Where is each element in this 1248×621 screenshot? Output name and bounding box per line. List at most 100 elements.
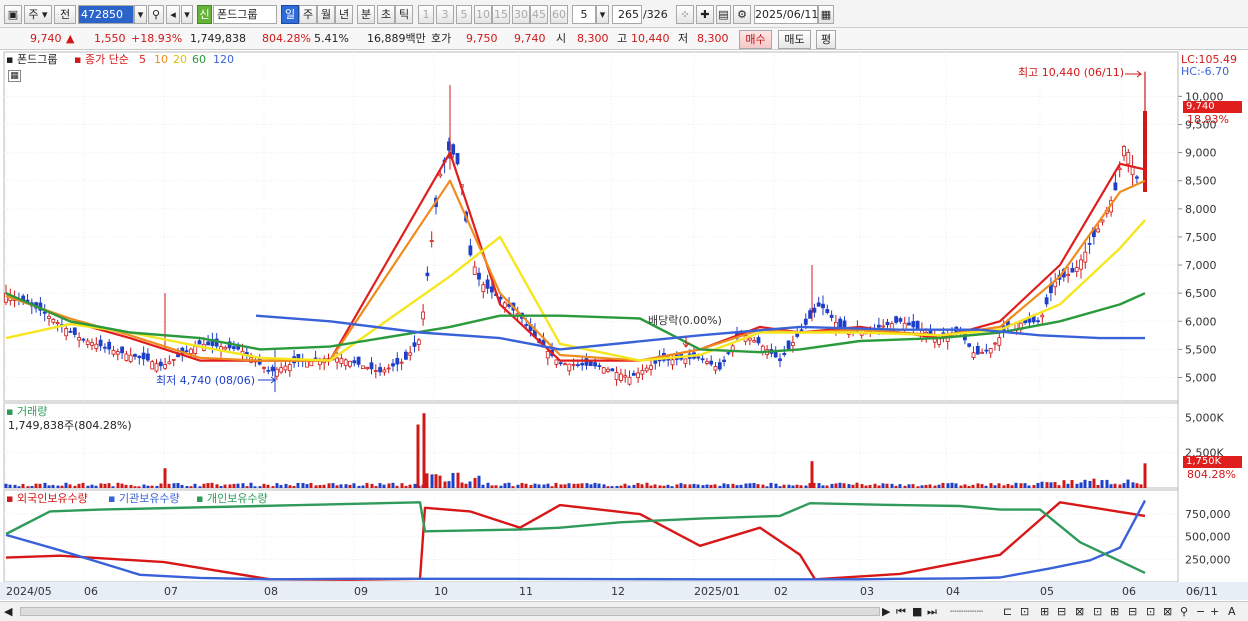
tick-tab-15[interactable]: 15: [492, 5, 510, 24]
candle-body: [597, 365, 602, 367]
save-icon[interactable]: ▤: [716, 5, 731, 24]
period-tab-6[interactable]: 틱: [395, 5, 413, 24]
volume-bar: [245, 486, 249, 488]
volume-bar: [124, 484, 128, 488]
period-tab-5[interactable]: 초: [377, 5, 395, 24]
market-dropdown[interactable]: 주 ▾: [24, 5, 52, 24]
period-tab-3[interactable]: 년: [335, 5, 353, 24]
eval-button[interactable]: 평: [816, 30, 836, 49]
volume-bar: [627, 485, 631, 488]
zoom-in-icon[interactable]: +: [1210, 605, 1219, 618]
volume-bar: [253, 486, 257, 488]
date-input[interactable]: 2025/06/11: [754, 5, 818, 24]
stock-code-input[interactable]: 472850: [78, 5, 134, 24]
x-axis-label: 07: [164, 585, 178, 598]
scroll-left-icon[interactable]: ◀: [4, 605, 12, 618]
candle-body: [197, 340, 202, 345]
font-size-icon[interactable]: A: [1228, 605, 1236, 618]
volume-bar: [215, 484, 219, 488]
gear-icon[interactable]: ⚙: [733, 5, 751, 24]
speaker-icon[interactable]: ◂: [166, 5, 180, 24]
chart-area[interactable]: 2024/05 06 07 08 09 10 11 12 2025/01 02 03 04 05 06 06…: [0, 50, 1248, 621]
toolbar-icon-9[interactable]: ⊡: [1146, 605, 1155, 618]
volume-bar: [696, 484, 700, 488]
volume-bar: [709, 484, 713, 488]
tick-tab-1[interactable]: 1: [418, 5, 434, 24]
code-dropdown-icon[interactable]: ▾: [134, 5, 147, 24]
toolbar-icon-4[interactable]: ⊟: [1057, 605, 1066, 618]
stop-icon[interactable]: ■: [912, 605, 922, 618]
tick-tab-60[interactable]: 60: [550, 5, 568, 24]
tick-tab-10[interactable]: 10: [474, 5, 492, 24]
range-slider-icon[interactable]: ┄┄┄┄┄: [950, 605, 983, 618]
scroll-bar[interactable]: ◀ ▶ ⏮ ■ ⏭ ┄┄┄┄┄ ⊏ ⊡ ⊞ ⊟ ⊠ ⊡ ⊞ ⊟ ⊡ ⊠ ⚲ − …: [0, 601, 1248, 621]
candle-body: [1040, 314, 1045, 318]
volume-bar: [13, 484, 17, 488]
candle-body: [1100, 219, 1105, 223]
prev-button[interactable]: 전: [54, 5, 76, 24]
count-input[interactable]: 265: [612, 5, 642, 24]
window-icon[interactable]: ▣: [4, 5, 22, 24]
volume-bar: [778, 486, 782, 488]
period-tab-4[interactable]: 분: [357, 5, 375, 24]
volume-bar: [632, 484, 636, 488]
period-tab-0[interactable]: 일: [281, 5, 299, 24]
grid-icon[interactable]: ⁘: [676, 5, 694, 24]
zoom-out-icon[interactable]: −: [1196, 605, 1205, 618]
tick-tab-3[interactable]: 3: [436, 5, 454, 24]
toolbar-icon-10[interactable]: ⊠: [1163, 605, 1172, 618]
unit-dropdown-icon[interactable]: ▾: [596, 5, 609, 24]
volume-bar: [898, 484, 902, 488]
tick-tab-45[interactable]: 45: [530, 5, 548, 24]
calendar-icon[interactable]: ▦: [818, 5, 834, 24]
open-label: 시: [556, 32, 567, 45]
volume-bar: [769, 482, 773, 488]
volume-bar: [198, 486, 202, 488]
candle-body: [111, 349, 116, 355]
candle-body: [619, 373, 623, 381]
volume-bar: [275, 483, 279, 488]
toolbar-icon-8[interactable]: ⊟: [1128, 605, 1137, 618]
toolbar-icon-2[interactable]: ⊡: [1020, 605, 1029, 618]
candle-body: [576, 364, 580, 366]
speaker-dropdown-icon[interactable]: ▾: [181, 5, 193, 24]
first-page-icon[interactable]: ⏮: [896, 605, 906, 618]
last-page-icon[interactable]: ⏭: [927, 605, 937, 618]
scroll-track[interactable]: [20, 607, 880, 616]
tick-tab-30[interactable]: 30: [512, 5, 530, 24]
stock-name-field[interactable]: 폰드그룹: [213, 5, 277, 24]
toolbar-icon-3[interactable]: ⊞: [1040, 605, 1049, 618]
candle-body: [360, 365, 365, 369]
toolbar-icon-6[interactable]: ⊡: [1093, 605, 1102, 618]
volume-bar: [146, 485, 150, 488]
unit-select[interactable]: 5: [572, 5, 596, 24]
volume-bar: [219, 486, 223, 488]
volume-bar: [666, 484, 670, 488]
volume-bar: [494, 485, 498, 488]
buy-button[interactable]: 매수: [739, 30, 772, 49]
volume-bar: [529, 485, 533, 488]
tick-tab-5[interactable]: 5: [456, 5, 472, 24]
toolbar-icon-1[interactable]: ⊏: [1003, 605, 1012, 618]
period-tab-1[interactable]: 주: [299, 5, 317, 24]
zoom-search-icon[interactable]: ⚲: [1180, 605, 1188, 618]
volume-bar: [1062, 480, 1066, 488]
volume-bar: [1032, 485, 1036, 488]
toolbar-icon-5[interactable]: ⊠: [1075, 605, 1084, 618]
x-axis-label: 03: [860, 585, 874, 598]
volume-bar: [795, 484, 799, 488]
volume-bar: [520, 482, 524, 488]
calculator-icon[interactable]: ▦: [8, 70, 21, 82]
chart-stock-name: 폰드그룹: [16, 53, 58, 66]
crosshair-icon[interactable]: ✚: [696, 5, 714, 24]
scroll-right-icon[interactable]: ▶: [882, 605, 890, 618]
volume-bar: [868, 484, 872, 488]
search-icon[interactable]: ⚲: [148, 5, 164, 24]
x-axis-label: 05: [1040, 585, 1054, 598]
volume-bar: [787, 484, 791, 488]
volume-bar: [155, 485, 159, 488]
candle-body: [386, 367, 391, 370]
period-tab-2[interactable]: 월: [317, 5, 335, 24]
toolbar-icon-7[interactable]: ⊞: [1110, 605, 1119, 618]
sell-button[interactable]: 매도: [778, 30, 811, 49]
